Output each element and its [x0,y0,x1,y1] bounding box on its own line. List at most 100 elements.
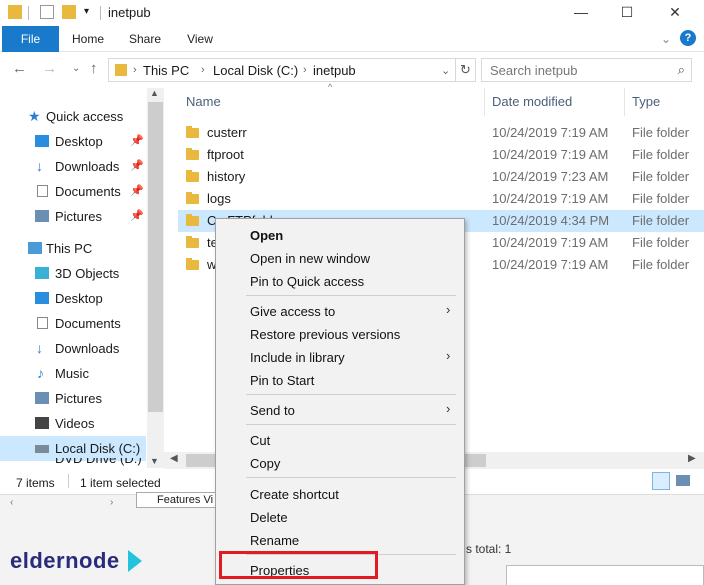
help-icon[interactable]: ? [680,30,696,46]
folder-icon [8,5,22,19]
forward-icon[interactable]: → [42,60,57,77]
nav-pc-downloads[interactable]: ↓ Downloads [0,336,146,361]
address-bar[interactable]: › This PC › Local Disk (C:) › inetpub ⌄ [108,58,456,82]
file-row[interactable]: custerr 10/24/2019 7:19 AM File folder [178,122,704,144]
properties-icon[interactable] [40,5,54,19]
recent-dropdown-icon[interactable]: ⌄ [72,63,80,74]
navigation-pane: ★ Quick access Desktop 📌 ↓ Downloads 📌 D… [0,88,164,468]
menu-open-new-window[interactable]: Open in new window [250,251,370,266]
column-name[interactable]: Name [186,88,221,116]
nav-dvd-drive[interactable]: DVD Drive (D:) S [0,458,146,468]
breadcrumb-inetpub[interactable]: inetpub [313,63,356,78]
submenu-arrow-icon: › [446,302,451,317]
column-type[interactable]: Type [632,88,660,116]
item-count: 7 items [16,476,55,490]
star-icon: ★ [28,108,41,124]
customize-toolbar-icon[interactable]: ▾ [84,5,98,19]
pin-icon[interactable]: 📌 [130,179,144,204]
video-icon [35,417,49,429]
expand-ribbon-icon[interactable]: ⌄ [656,26,676,52]
details-view-icon[interactable] [652,472,670,490]
menu-pin-quick-access[interactable]: Pin to Quick access [250,274,364,289]
nav-music[interactable]: ♪ Music [0,361,146,386]
nav-pc-desktop[interactable]: Desktop [0,286,146,311]
nav-label: Desktop [55,134,103,149]
menu-pin-start[interactable]: Pin to Start [250,373,314,388]
file-row[interactable]: ftproot 10/24/2019 7:19 AM File folder [178,144,704,166]
tab-file[interactable]: File [2,26,59,52]
address-dropdown-icon[interactable]: ⌄ [441,64,450,77]
music-icon: ♪ [37,365,44,381]
tab-view[interactable]: View [180,26,220,52]
menu-copy[interactable]: Copy [250,456,280,471]
tab-share[interactable]: Share [124,26,166,52]
folder-icon [186,258,199,270]
chevron-right-icon[interactable]: › [133,64,137,76]
nav-pc-documents[interactable]: Documents [0,311,146,336]
nav-this-pc[interactable]: This PC [0,236,146,261]
nav-label: Desktop [55,291,103,306]
file-date: 10/24/2019 7:19 AM [492,257,609,272]
new-folder-icon[interactable] [62,5,76,19]
pin-icon[interactable]: 📌 [130,129,144,154]
menu-give-access[interactable]: Give access to [250,304,335,319]
menu-send-to[interactable]: Send to [250,403,295,418]
background-panel [506,565,704,585]
nav-scrollbar-thumb[interactable] [148,102,163,412]
nav-pc-pictures[interactable]: Pictures [0,386,146,411]
column-divider[interactable] [484,88,485,116]
chevron-right-icon[interactable]: › [201,64,205,76]
back-icon[interactable]: ← [12,60,27,77]
sort-ascending-icon: ^ [328,82,333,92]
file-name: logs [207,191,231,206]
scroll-left-icon[interactable]: ◀ [170,453,178,464]
nav-downloads[interactable]: ↓ Downloads 📌 [0,154,146,179]
breadcrumb-local-disk[interactable]: Local Disk (C:) [213,63,298,78]
column-date-modified[interactable]: Date modified [492,88,572,116]
nav-label: DVD Drive (D:) S [55,458,142,466]
file-date: 10/24/2019 4:34 PM [492,213,610,228]
nav-label: Music [55,366,89,381]
minimize-button[interactable]: — [558,0,604,26]
download-icon: ↓ [36,158,43,174]
scroll-up-icon[interactable]: ▲ [150,88,159,98]
file-date: 10/24/2019 7:19 AM [492,147,609,162]
nav-pictures[interactable]: Pictures 📌 [0,204,146,229]
nav-label: Downloads [55,341,120,356]
menu-create-shortcut[interactable]: Create shortcut [250,487,339,502]
nav-quick-access[interactable]: ★ Quick access [0,104,146,129]
file-type: File folder [632,213,690,228]
menu-restore-versions[interactable]: Restore previous versions [250,327,400,342]
chevron-right-icon[interactable]: › [303,64,307,76]
context-menu: Open Open in new window Pin to Quick acc… [215,218,465,585]
tab-home[interactable]: Home [66,26,110,52]
file-type: File folder [632,191,690,206]
menu-include-library[interactable]: Include in library [250,350,345,365]
close-button[interactable]: ✕ [652,0,698,26]
file-row[interactable]: logs 10/24/2019 7:19 AM File folder [178,188,704,210]
pin-icon[interactable]: 📌 [130,154,144,179]
menu-rename[interactable]: Rename [250,533,299,548]
nav-3d-objects[interactable]: 3D Objects [0,261,146,286]
nav-videos[interactable]: Videos [0,411,146,436]
pictures-icon [35,392,49,404]
nav-documents[interactable]: Documents 📌 [0,179,146,204]
large-icons-view-icon[interactable] [676,475,690,486]
refresh-icon[interactable]: ↻ [456,58,476,82]
menu-open[interactable]: Open [250,228,283,243]
nav-desktop[interactable]: Desktop 📌 [0,129,146,154]
menu-separator [246,477,456,478]
scroll-right-icon[interactable]: ▶ [688,453,696,464]
menu-cut[interactable]: Cut [250,433,270,448]
file-date: 10/24/2019 7:23 AM [492,169,609,184]
maximize-button[interactable]: ☐ [604,0,650,26]
up-icon[interactable]: ↑ [90,60,98,77]
file-row[interactable]: history 10/24/2019 7:23 AM File folder [178,166,704,188]
pin-icon[interactable]: 📌 [130,204,144,229]
search-input[interactable]: Search inetpub ⌕ [481,58,692,82]
column-divider[interactable] [624,88,625,116]
menu-delete[interactable]: Delete [250,510,288,525]
breadcrumb-this-pc[interactable]: This PC [143,63,189,78]
scroll-down-icon[interactable]: ▼ [150,456,159,466]
divider [28,6,29,20]
